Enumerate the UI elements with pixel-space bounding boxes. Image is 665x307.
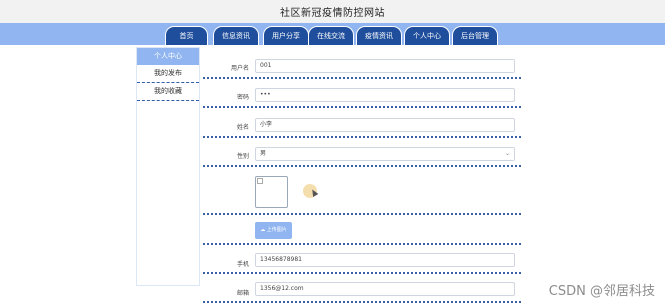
nav-tab-admin[interactable]: 后台管理 <box>452 26 498 45</box>
broken-image-icon <box>257 178 263 184</box>
site-title: 社区新冠疫情防控网站 <box>280 8 385 19</box>
nav-tab-news[interactable]: 信息资讯 <box>213 26 259 45</box>
password-label: 密码 <box>236 94 249 101</box>
nav-tab-user-share[interactable]: 用户分享 <box>263 26 309 45</box>
nav-tab-online-chat[interactable]: 在线交流 <box>308 26 354 45</box>
site-header: 社区新冠疫情防控网站 <box>0 0 665 23</box>
name-field[interactable]: 小李 <box>255 118 515 132</box>
gender-label: 性别 <box>236 153 249 160</box>
username-label: 用户名 <box>230 65 249 72</box>
username-field[interactable]: 001 <box>255 59 515 73</box>
divider <box>203 77 521 79</box>
phone-field[interactable]: 13456878981 <box>255 253 515 267</box>
phone-label: 手机 <box>236 261 249 268</box>
sidebar-item-my-posts[interactable]: 我的发布 <box>137 65 199 83</box>
divider <box>203 106 521 108</box>
divider <box>203 213 521 215</box>
divider <box>203 272 521 274</box>
sidebar-item-personal-center[interactable]: 个人中心 <box>137 48 199 65</box>
name-label: 姓名 <box>236 124 249 131</box>
divider <box>203 301 521 303</box>
divider <box>203 243 521 245</box>
chevron-down-icon: ⌄ <box>504 150 510 157</box>
profile-form: 用户名 001 密码 ••• 姓名 小李 性别 男 ⌄ ☁ 上传图片 手机 13… <box>203 47 528 307</box>
gender-select-value: 男 <box>260 150 267 157</box>
main-nav: 首页 信息资讯 用户分享 在线交流 疫情资讯 个人中心 后台管理 <box>0 23 665 45</box>
nav-tab-personal-center[interactable]: 个人中心 <box>404 26 450 45</box>
divider <box>203 165 521 167</box>
upload-button-label: 上传图片 <box>266 227 287 233</box>
gender-select[interactable]: 男 ⌄ <box>255 147 515 161</box>
nav-tab-epidemic-news[interactable]: 疫情资讯 <box>356 26 402 45</box>
upload-image-button[interactable]: ☁ 上传图片 <box>255 222 292 239</box>
nav-tab-home[interactable]: 首页 <box>165 26 208 45</box>
cloud-upload-icon: ☁ <box>260 227 266 233</box>
email-label: 邮箱 <box>236 290 249 297</box>
password-field[interactable]: ••• <box>255 88 515 102</box>
avatar-image <box>255 176 288 208</box>
sidebar: 个人中心 我的发布 我的收藏 <box>136 47 200 286</box>
sidebar-item-my-favorites[interactable]: 我的收藏 <box>137 83 199 101</box>
email-field[interactable]: 1356@12.com <box>255 282 515 296</box>
divider <box>203 136 521 138</box>
watermark: CSDN @邻居科技 <box>548 284 655 299</box>
